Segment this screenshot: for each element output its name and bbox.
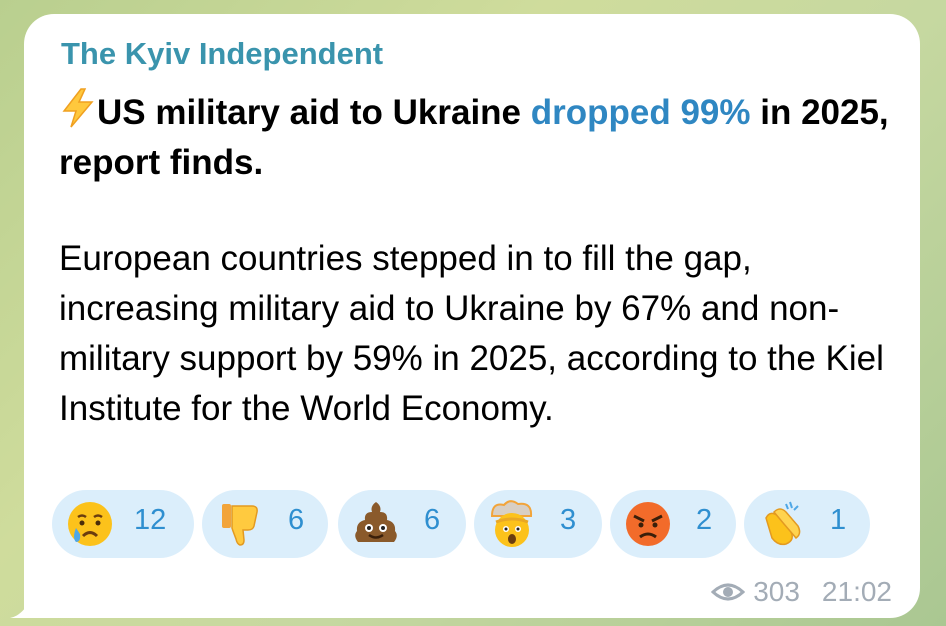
view-count: 303 [753, 576, 800, 607]
lightning-icon [62, 88, 94, 128]
reaction-count: 6 [288, 504, 305, 536]
exploding-head-icon [490, 500, 533, 547]
headline-text-start: US military aid to Ukraine [97, 93, 531, 132]
message-bubble: The Kyiv Independent US military aid to … [24, 14, 920, 618]
reaction-count: 3 [560, 504, 577, 536]
message-meta: 303 21:02 [711, 576, 892, 608]
reaction-count: 12 [134, 504, 167, 536]
headline-link[interactable]: dropped 99% [531, 93, 751, 132]
reaction-count: 6 [424, 504, 441, 536]
reaction-exploding-head[interactable]: 3 [474, 490, 602, 558]
channel-name[interactable]: The Kyiv Independent [61, 36, 383, 72]
reaction-angry[interactable]: 2 [610, 490, 736, 558]
eye-icon [711, 583, 746, 601]
angry-face-icon [626, 502, 670, 546]
reaction-poo[interactable]: 6 [338, 490, 466, 558]
reaction-crying[interactable]: 12 [52, 490, 194, 558]
crying-face-icon [68, 502, 112, 546]
reaction-count: 1 [830, 504, 847, 536]
post-headline: US military aid to Ukraine dropped 99% i… [59, 88, 904, 188]
reaction-clapping[interactable]: 1 [744, 490, 870, 558]
message-time: 21:02 [821, 576, 892, 607]
pile-of-poo-icon [355, 502, 397, 542]
clapping-hands-icon [765, 501, 801, 546]
thumbs-down-icon [222, 504, 258, 546]
reaction-thumbs-down[interactable]: 6 [202, 490, 328, 558]
post-body: European countries stepped in to fill th… [59, 239, 884, 428]
reaction-count: 2 [696, 504, 713, 536]
